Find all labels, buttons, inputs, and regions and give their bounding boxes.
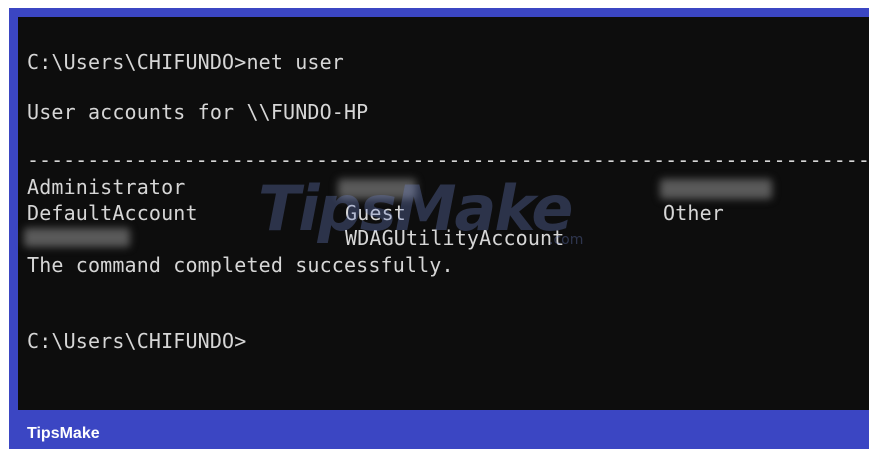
separator-line: ----------------------------------------… <box>27 148 869 172</box>
account-name: Other <box>663 201 724 225</box>
account-name: Guest <box>345 201 406 225</box>
accounts-header: User accounts for \\FUNDO-HP <box>27 100 369 124</box>
terminal-window[interactable]: C:\Users\CHIFUNDO>net user User accounts… <box>18 17 869 410</box>
watermark-suffix: .com <box>549 232 584 248</box>
command-prompt[interactable]: C:\Users\CHIFUNDO> <box>27 329 246 353</box>
redacted-account <box>24 228 130 247</box>
redacted-account <box>338 179 416 199</box>
account-name: DefaultAccount <box>27 201 198 225</box>
brand-label: TipsMake <box>27 425 100 442</box>
redacted-account <box>660 179 772 199</box>
completion-message: The command completed successfully. <box>27 253 454 277</box>
command-line: C:\Users\CHIFUNDO>net user <box>27 50 344 74</box>
account-name: WDAGUtilityAccount <box>345 226 565 250</box>
account-name: Administrator <box>27 175 186 199</box>
